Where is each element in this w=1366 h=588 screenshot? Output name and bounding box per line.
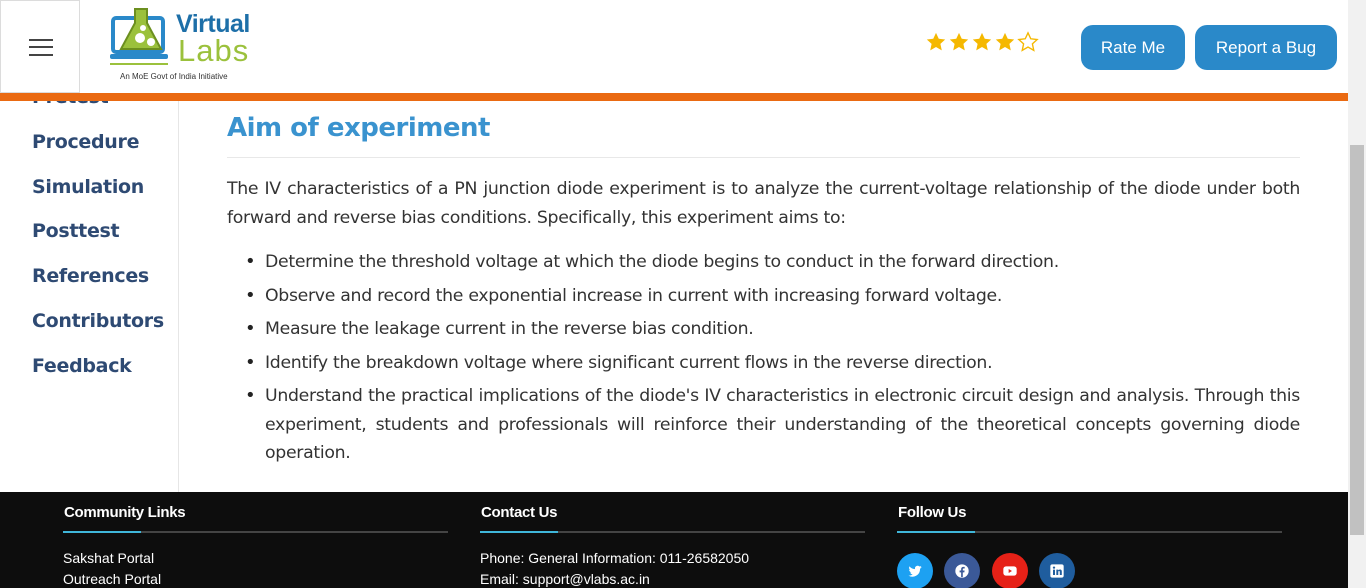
outreach-portal-link[interactable]: Outreach Portal xyxy=(63,571,161,587)
follow-heading: Follow Us xyxy=(898,504,967,521)
sidebar-item-references[interactable]: References xyxy=(32,265,149,287)
sidebar-item-contributors[interactable]: Contributors xyxy=(32,310,164,332)
list-item: Measure the leakage current in the rever… xyxy=(245,315,1300,344)
contact-phone: Phone: General Information: 011-26582050 xyxy=(480,550,750,566)
youtube-icon[interactable] xyxy=(992,553,1028,588)
list-item: Determine the threshold voltage at which… xyxy=(245,248,1300,277)
star-filled-icon[interactable] xyxy=(971,31,993,53)
hamburger-menu-button[interactable] xyxy=(0,0,80,93)
facebook-icon[interactable] xyxy=(944,553,980,588)
aims-list: Determine the threshold voltage at which… xyxy=(245,248,1300,473)
virtual-labs-logo[interactable]: Virtual Labs An MoE Govt of India Initia… xyxy=(80,0,280,93)
rate-me-button[interactable]: Rate Me xyxy=(1081,25,1185,70)
report-bug-button[interactable]: Report a Bug xyxy=(1195,25,1337,70)
flask-laptop-icon xyxy=(110,8,168,65)
star-filled-icon[interactable] xyxy=(925,31,947,53)
title-divider xyxy=(227,157,1300,158)
linkedin-icon[interactable] xyxy=(1039,553,1075,588)
list-item: Observe and record the exponential incre… xyxy=(245,282,1300,311)
list-item: Understand the practical implications of… xyxy=(245,382,1300,468)
menu-line xyxy=(29,46,53,48)
header: Virtual Labs An MoE Govt of India Initia… xyxy=(0,0,1348,94)
logo-tagline: An MoE Govt of India Initiative xyxy=(120,72,228,81)
sidebar-item-simulation[interactable]: Simulation xyxy=(32,176,144,198)
star-rating[interactable] xyxy=(925,31,1039,53)
logo-text-labs: Labs xyxy=(178,33,250,68)
star-filled-icon[interactable] xyxy=(948,31,970,53)
footer-divider xyxy=(480,531,865,533)
contact-email[interactable]: Email: support@vlabs.ac.in xyxy=(480,571,650,587)
list-item: Identify the breakdown voltage where sig… xyxy=(245,349,1300,378)
header-accent-bar xyxy=(0,93,1348,101)
twitter-icon[interactable] xyxy=(897,553,933,588)
footer-divider xyxy=(897,531,1282,533)
footer-divider xyxy=(63,531,448,533)
sidebar-item-procedure[interactable]: Procedure xyxy=(32,131,139,153)
contact-heading: Contact Us xyxy=(481,504,558,521)
intro-paragraph: The IV characteristics of a PN junction … xyxy=(227,179,1300,228)
page-title: Aim of experiment xyxy=(227,113,490,143)
star-empty-icon[interactable] xyxy=(1017,31,1039,53)
community-links-heading: Community Links xyxy=(64,504,186,521)
star-filled-icon[interactable] xyxy=(994,31,1016,53)
sakshat-portal-link[interactable]: Sakshat Portal xyxy=(63,550,154,566)
menu-line xyxy=(29,39,53,41)
sidebar-item-feedback[interactable]: Feedback xyxy=(32,355,132,377)
sidebar-item-posttest[interactable]: Posttest xyxy=(32,220,120,242)
scrollbar-thumb[interactable] xyxy=(1350,145,1364,535)
page-scrollbar[interactable] xyxy=(1348,0,1366,588)
menu-line xyxy=(29,54,53,56)
footer: Community Links Sakshat Portal Outreach … xyxy=(0,492,1348,588)
